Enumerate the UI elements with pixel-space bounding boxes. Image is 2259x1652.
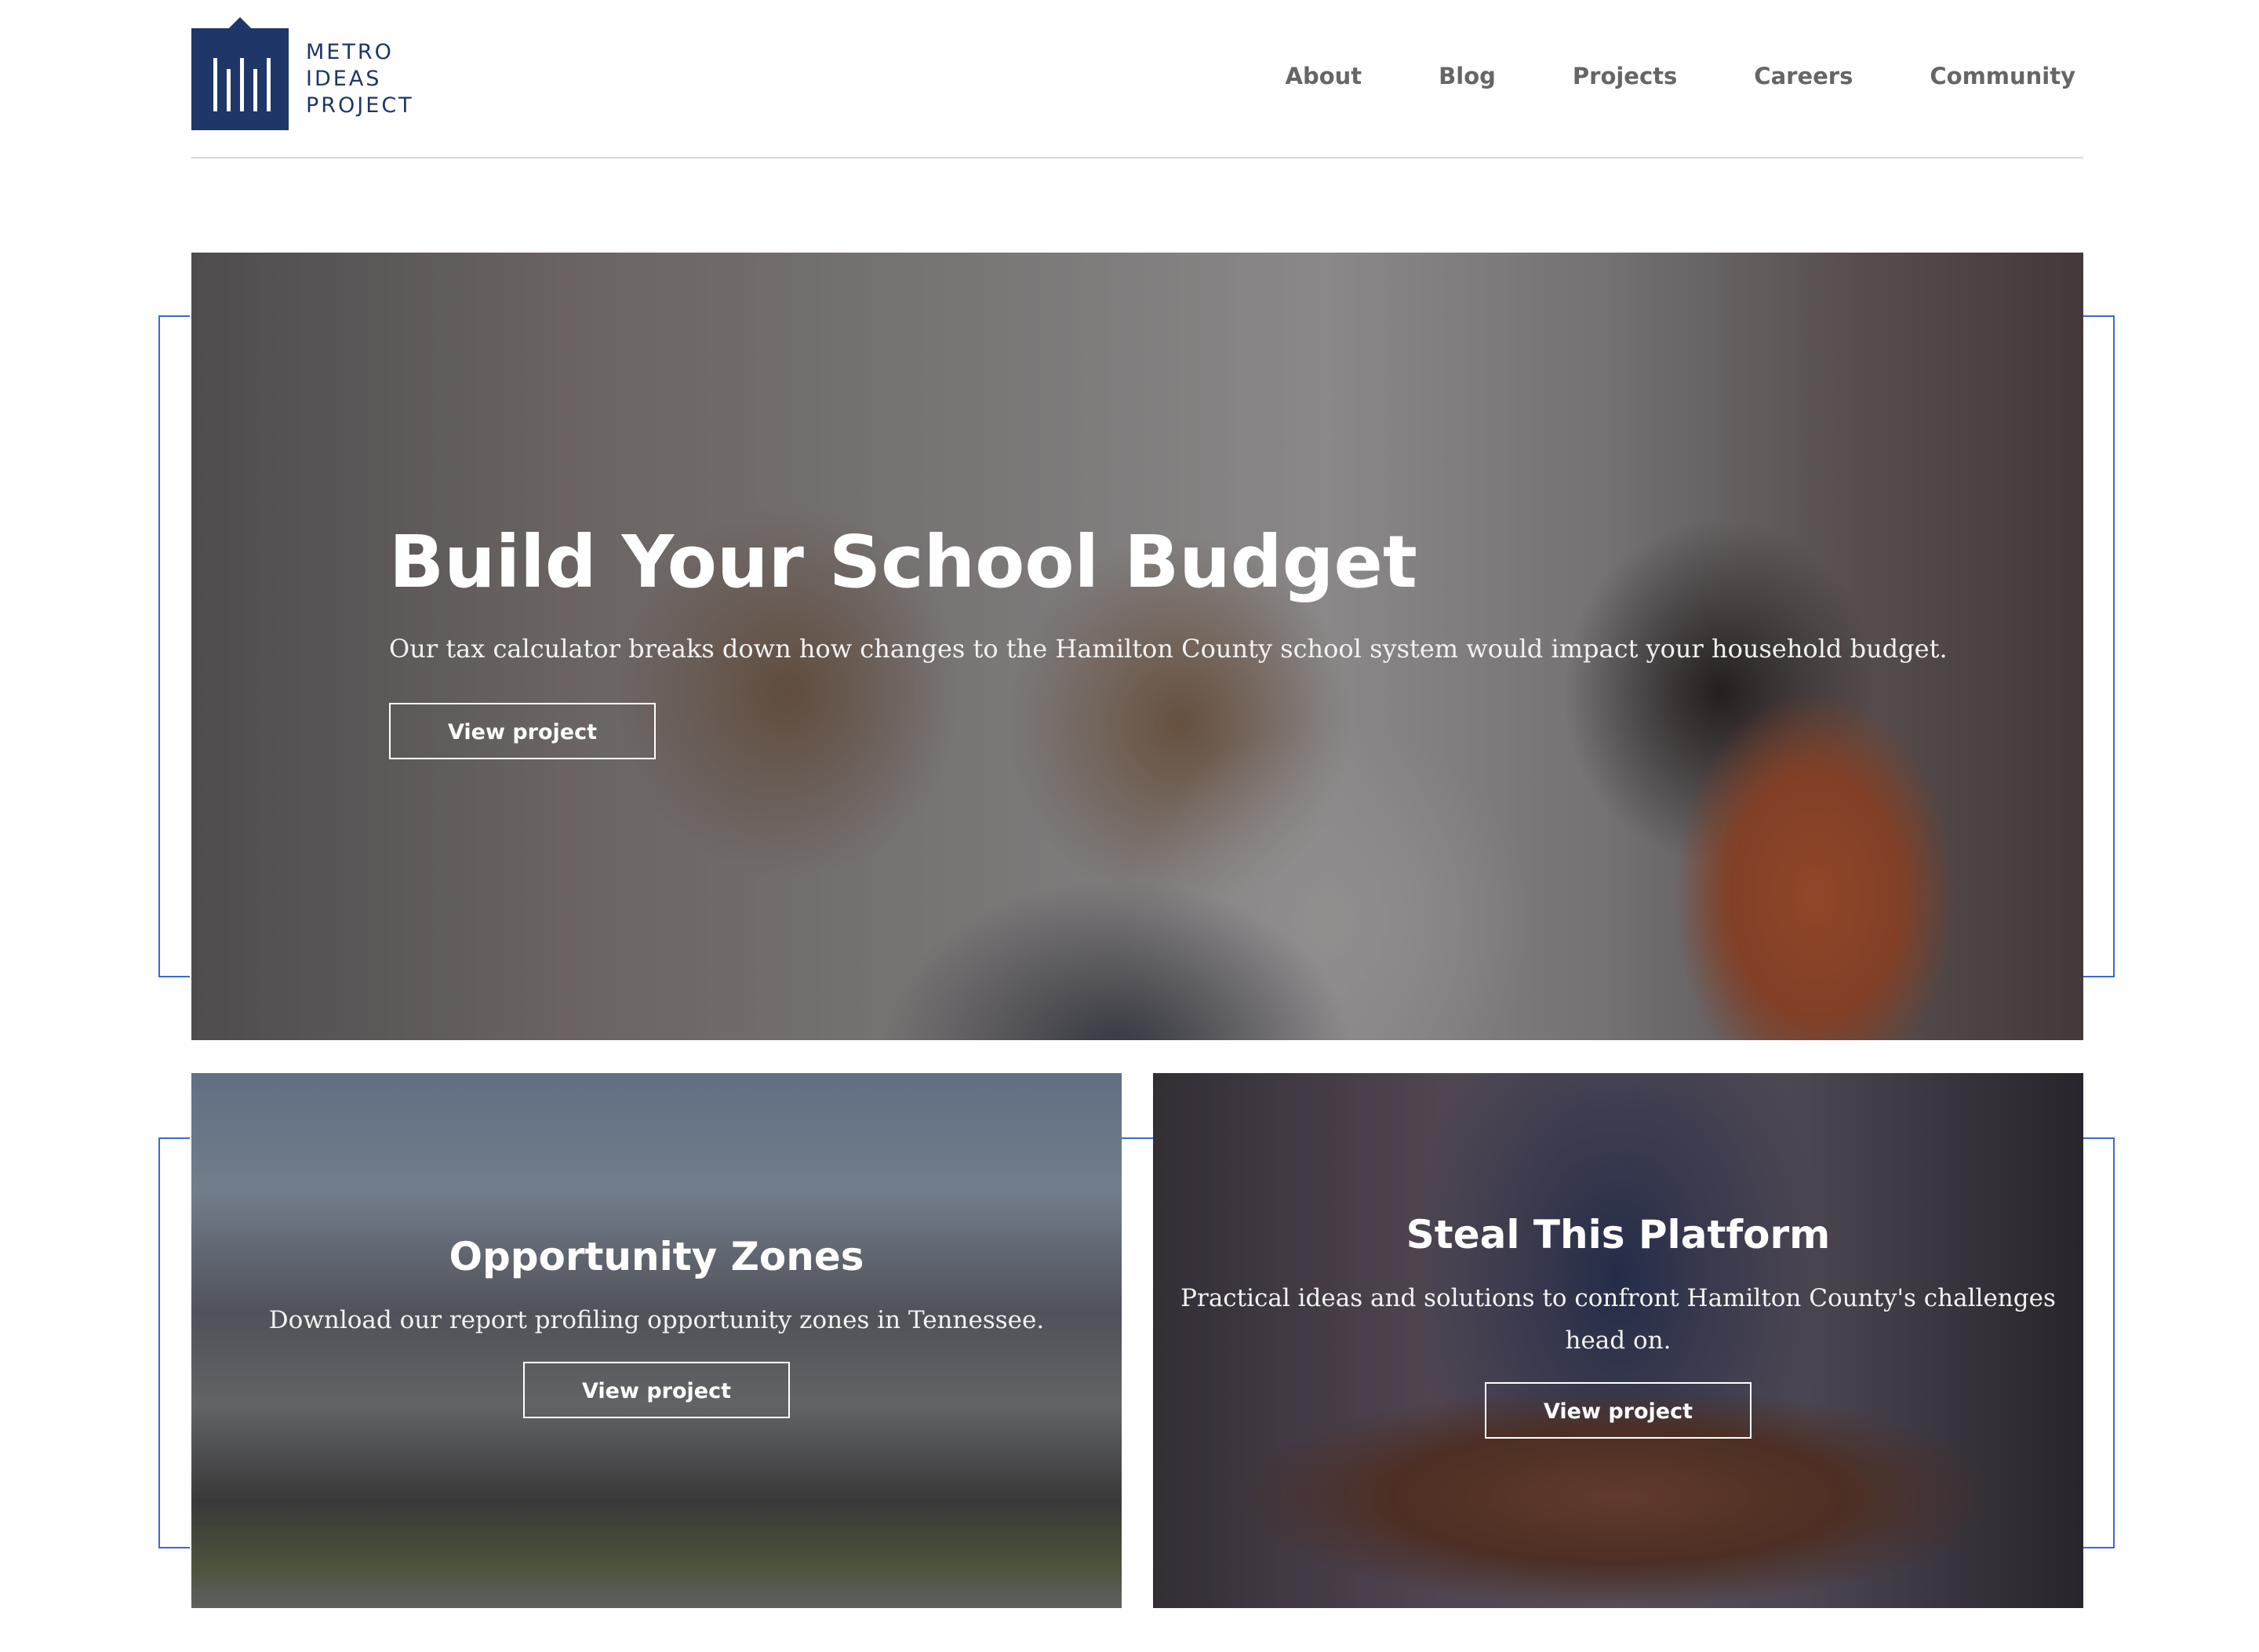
card-title: Opportunity Zones xyxy=(449,1234,864,1279)
hero-card-school-budget: Build Your School Budget Our tax calcula… xyxy=(191,253,2083,1040)
card-content: Steal This Platform Practical ideas and … xyxy=(1153,1211,2083,1439)
card-description: Download our report profiling opportunit… xyxy=(268,1306,1045,1334)
nav-community[interactable]: Community xyxy=(1930,63,2075,89)
card-opportunity-zones: Opportunity Zones Download our report pr… xyxy=(191,1073,1122,1608)
hero-bracket-left xyxy=(158,315,190,977)
logo-line: METRO xyxy=(306,40,394,64)
card-description: Practical ideas and solutions to confron… xyxy=(1180,1284,2056,1355)
hero-description: Our tax calculator breaks down how chang… xyxy=(389,634,1948,664)
cards-bracket-middle xyxy=(1122,1137,1153,1139)
logo-line: IDEAS xyxy=(306,67,382,91)
cards-bracket-right xyxy=(2083,1137,2115,1548)
card-title: Steal This Platform xyxy=(1406,1212,1831,1257)
nav-careers[interactable]: Careers xyxy=(1754,63,1853,89)
main-nav: About Blog Projects Careers Community xyxy=(1209,63,2075,89)
card-steal-this-platform: Steal This Platform Practical ideas and … xyxy=(1153,1073,2083,1608)
site-logo[interactable]: METRO IDEAS PROJECT xyxy=(191,28,414,130)
hero-view-project-button[interactable]: View project xyxy=(389,703,656,759)
opportunity-zones-view-project-button[interactable]: View project xyxy=(523,1362,790,1418)
hero-title: Build Your School Budget xyxy=(389,520,1417,604)
nav-blog[interactable]: Blog xyxy=(1439,63,1496,89)
logo-line: PROJECT xyxy=(306,93,414,118)
logo-wordmark: METRO IDEAS PROJECT xyxy=(306,39,414,119)
hero-bracket-right xyxy=(2083,315,2115,977)
logo-mark-icon xyxy=(191,28,289,130)
steal-this-platform-view-project-button[interactable]: View project xyxy=(1485,1382,1752,1439)
nav-projects[interactable]: Projects xyxy=(1573,63,1677,89)
site-header: METRO IDEAS PROJECT About Blog Projects … xyxy=(191,0,2083,158)
hero-content: Build Your School Budget Our tax calcula… xyxy=(389,519,1948,759)
cards-bracket-left xyxy=(158,1137,190,1548)
nav-about[interactable]: About xyxy=(1286,63,1362,89)
card-content: Opportunity Zones Download our report pr… xyxy=(191,1233,1122,1418)
